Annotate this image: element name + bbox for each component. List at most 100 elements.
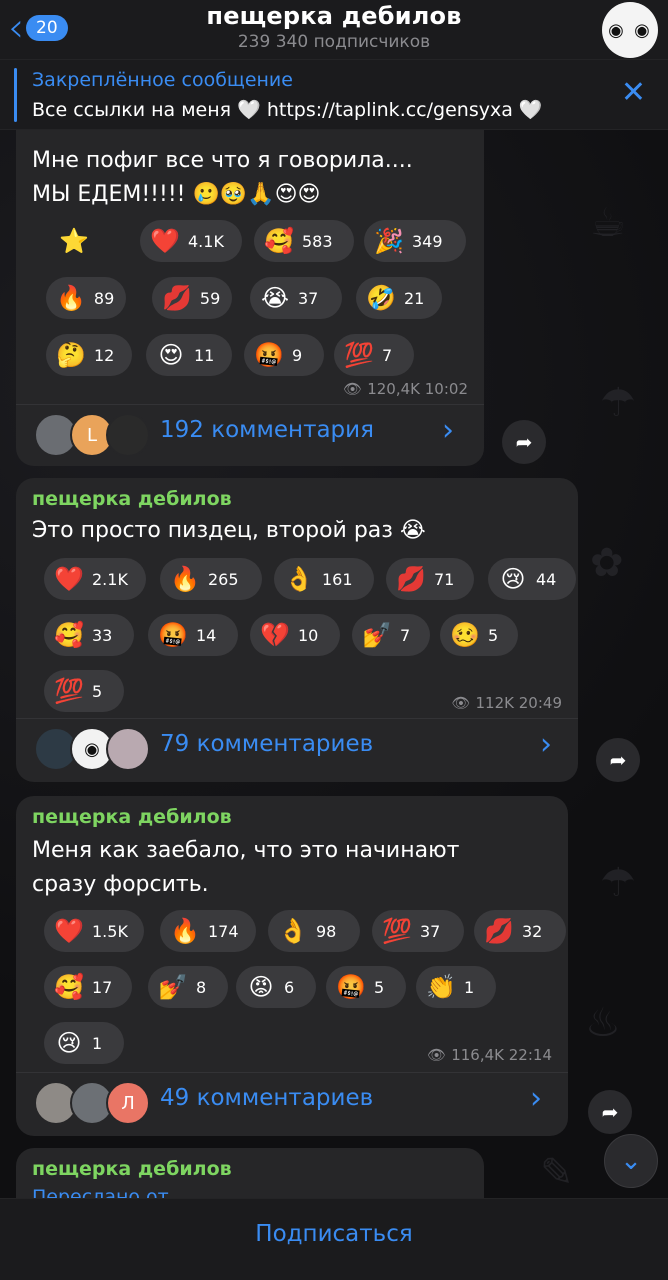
reaction-chip[interactable]: ❤️ 4.1K xyxy=(140,220,242,262)
reaction-count: 4.1K xyxy=(188,231,224,251)
scroll-down-chevron-icon[interactable]: ⌄ xyxy=(604,1134,658,1188)
reaction-count: 1 xyxy=(464,977,475,997)
reaction-chip[interactable]: 💋 59 xyxy=(152,277,232,319)
reaction-chip[interactable]: 🥰 33 xyxy=(44,614,134,656)
reaction-chip[interactable]: 👌 161 xyxy=(274,558,374,600)
pinned-message-bar[interactable]: Закреплённое сообщение Все ссылки на мен… xyxy=(0,60,668,130)
reaction-chip[interactable]: 👏 1 xyxy=(416,966,496,1008)
reaction-count: 349 xyxy=(412,231,443,251)
reaction-count: 5 xyxy=(374,977,385,997)
reaction-chip[interactable]: 🤔 12 xyxy=(46,334,132,376)
reaction-chip[interactable]: 💅 7 xyxy=(352,614,430,656)
reaction-chip[interactable]: 💅 8 xyxy=(148,966,228,1008)
ok-hand-icon: 👌 xyxy=(284,565,314,593)
views-count: 112K xyxy=(475,694,514,712)
chat-header: ‹ 20 пещерка дебилов 239 340 подписчиков… xyxy=(0,0,668,60)
reaction-chip[interactable]: 🥰 583 xyxy=(254,220,354,262)
crying-face-icon: 😭 xyxy=(260,284,290,312)
cursing-face-icon: 🤬 xyxy=(254,341,284,369)
message-text: Мне пофиг все что я говорила.... МЫ ЕДЕМ… xyxy=(32,148,413,207)
reaction-chip[interactable]: 🤬 5 xyxy=(326,966,406,1008)
reaction-chip[interactable]: 😢 44 xyxy=(488,558,576,600)
subscriber-count: 239 340 подписчиков xyxy=(237,32,431,52)
reaction-count: 11 xyxy=(194,345,215,365)
heart-icon: ❤️ xyxy=(54,917,84,945)
message-author[interactable]: пещерка дебилов xyxy=(32,1158,232,1180)
share-arrow-icon[interactable]: ➦ xyxy=(502,420,546,464)
reaction-chip[interactable]: 🔥 265 xyxy=(160,558,262,600)
reaction-chip[interactable]: 🥰 17 xyxy=(44,966,132,1008)
doodle-icon: ☕ xyxy=(590,200,626,246)
views-eye-icon: 👁 xyxy=(451,694,471,712)
sparkle-star-icon: ⭐ xyxy=(59,227,89,255)
commenter-avatars: ◉ xyxy=(34,727,154,771)
reaction-chip[interactable]: 😢 1 xyxy=(44,1022,124,1064)
reaction-count: 14 xyxy=(196,625,217,645)
reaction-chip[interactable]: 💯 7 xyxy=(334,334,414,376)
reaction-chip[interactable]: 🎉 349 xyxy=(364,220,466,262)
channel-avatar[interactable]: ◉ ◉ xyxy=(602,2,658,58)
reaction-count: 7 xyxy=(382,345,393,365)
chevron-right-icon: › xyxy=(442,413,454,448)
reaction-count: 8 xyxy=(196,977,207,997)
share-arrow-icon[interactable]: ➦ xyxy=(588,1090,632,1134)
comments-count[interactable]: 49 комментариев xyxy=(160,1085,373,1111)
reaction-chip[interactable]: ❤️ 2.1K xyxy=(44,558,146,600)
message-time: 10:02 xyxy=(424,380,468,398)
reaction-chip[interactable]: 🤬 14 xyxy=(148,614,238,656)
channel-info[interactable]: пещерка дебилов 239 340 подписчиков xyxy=(0,2,668,52)
broken-heart-icon: 💔 xyxy=(260,621,290,649)
bottom-bar: Подписаться xyxy=(0,1198,668,1280)
reaction-count: 98 xyxy=(316,921,337,941)
reaction-chip[interactable]: 💯 37 xyxy=(372,910,464,952)
reaction-chip[interactable]: 😭 37 xyxy=(250,277,342,319)
fire-icon: 🔥 xyxy=(170,565,200,593)
reaction-chip[interactable]: 🔥 89 xyxy=(46,277,126,319)
views-eye-icon: 👁 xyxy=(427,1046,447,1064)
reaction-count: 174 xyxy=(208,921,239,941)
message-author[interactable]: пещерка дебилов xyxy=(32,806,232,828)
hundred-points-icon: 💯 xyxy=(54,677,84,705)
chevron-right-icon: › xyxy=(530,1081,542,1116)
kiss-lips-icon: 💋 xyxy=(484,917,514,945)
reaction-chip[interactable]: 🥴 5 xyxy=(440,614,518,656)
sad-tear-face-icon: 😢 xyxy=(500,565,526,593)
nail-polish-icon: 💅 xyxy=(158,973,188,1001)
comments-count[interactable]: 79 комментариев xyxy=(160,731,373,757)
hundred-points-icon: 💯 xyxy=(382,917,412,945)
message-text: Это просто пиздец, второй раз 😭 xyxy=(32,518,426,543)
share-arrow-icon[interactable]: ➦ xyxy=(596,738,640,782)
message-time: 20:49 xyxy=(518,694,562,712)
reaction-chip[interactable]: 😍 11 xyxy=(146,334,232,376)
reaction-chip[interactable]: 💋 32 xyxy=(474,910,566,952)
reaction-count: 37 xyxy=(420,921,441,941)
reaction-chip[interactable]: ⭐ xyxy=(32,220,116,262)
comments-row[interactable]: ◉ 79 комментариев › xyxy=(16,718,578,776)
close-icon[interactable]: ✕ xyxy=(621,78,646,108)
reaction-count: 265 xyxy=(208,569,239,589)
reaction-count: 1 xyxy=(92,1033,103,1053)
reaction-chip[interactable]: 🤬 9 xyxy=(244,334,324,376)
message-author[interactable]: пещерка дебилов xyxy=(32,488,232,510)
reaction-chip[interactable]: 😡 6 xyxy=(236,966,316,1008)
kiss-lips-icon: 💋 xyxy=(396,565,426,593)
comments-count[interactable]: 192 комментария xyxy=(160,417,374,443)
reaction-chip[interactable]: 🤣 21 xyxy=(356,277,442,319)
comments-row[interactable]: Л 49 комментариев › xyxy=(16,1072,568,1130)
reaction-chip[interactable]: 🔥 174 xyxy=(160,910,256,952)
reaction-count: 32 xyxy=(522,921,543,941)
reaction-count: 17 xyxy=(92,977,113,997)
reaction-chip[interactable]: 💋 71 xyxy=(386,558,474,600)
reaction-chip[interactable]: 💯 5 xyxy=(44,670,124,712)
reaction-count: 10 xyxy=(298,625,319,645)
nail-polish-icon: 💅 xyxy=(362,621,392,649)
reaction-chip[interactable]: 👌 98 xyxy=(268,910,360,952)
reaction-chip[interactable]: ❤️ 1.5K xyxy=(44,910,144,952)
comments-row[interactable]: L 192 комментария › xyxy=(16,404,484,462)
reaction-chip[interactable]: 💔 10 xyxy=(250,614,340,656)
kiss-lips-icon: 💋 xyxy=(162,284,192,312)
subscribe-button[interactable]: Подписаться xyxy=(0,1221,668,1247)
message-bubble: Мне пофиг все что я говорила.... МЫ ЕДЕМ… xyxy=(16,110,484,466)
pinned-indicator xyxy=(14,68,17,122)
commenter-avatars: Л xyxy=(34,1081,154,1125)
